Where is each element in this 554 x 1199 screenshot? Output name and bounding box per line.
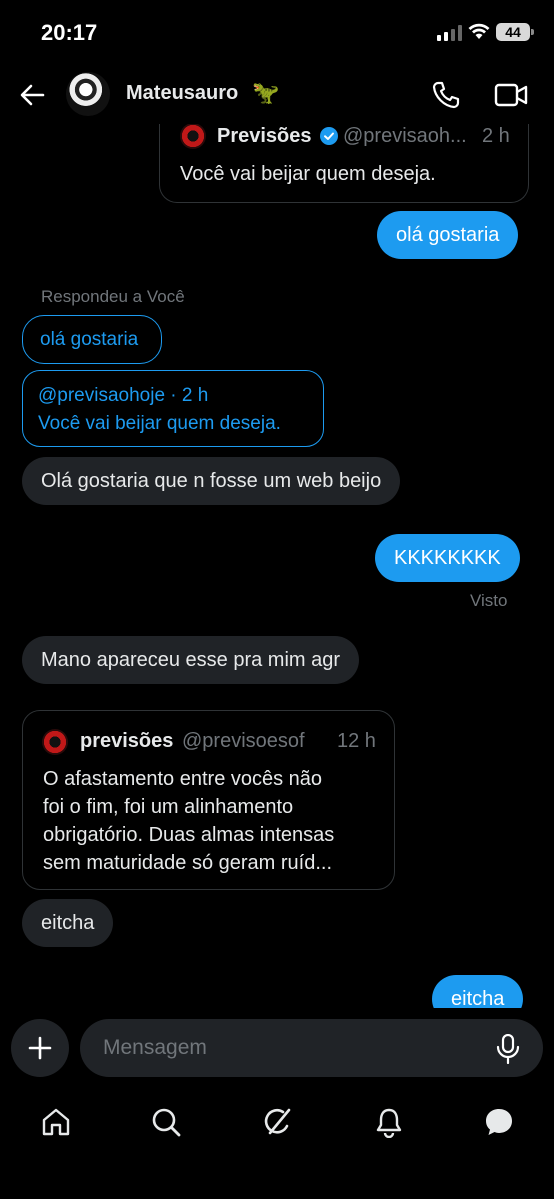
post-text: O afastamento entre vocês não foi o fim,… [43, 765, 334, 877]
replied-post-meta: @previsaohoje · 2 h [38, 385, 209, 406]
post-author-avatar [180, 124, 206, 149]
microphone-icon[interactable] [496, 1034, 520, 1064]
shared-post-card[interactable]: previsões @previsoesof 12 h O afastament… [22, 710, 395, 890]
reply-label: Respondeu a Você [41, 287, 185, 306]
seen-status: Visto [470, 591, 508, 610]
post-text: Você vai beijar quem deseja. [180, 163, 436, 185]
message-list[interactable]: Previsões @previsaoh... 2 h Você vai bei… [0, 124, 554, 1008]
back-arrow-icon[interactable] [18, 81, 46, 109]
contact-name[interactable]: Mateusauro [126, 82, 238, 105]
post-author-name: Previsões [217, 125, 312, 147]
received-message[interactable]: eitcha [22, 899, 114, 947]
avatar[interactable] [66, 72, 110, 116]
video-call-icon[interactable] [494, 81, 528, 109]
battery-indicator: 44 [496, 23, 530, 41]
contact-emoji: 🦖 [252, 80, 280, 105]
post-time: 2 h [482, 125, 510, 147]
sent-message[interactable]: KKKKKKKK [375, 534, 520, 582]
add-attachment-button[interactable] [11, 1019, 69, 1077]
nav-search[interactable] [146, 1102, 186, 1142]
nav-messages[interactable] [479, 1102, 519, 1142]
replied-post-preview[interactable]: @previsaohoje · 2 h Você vai beijar quem… [22, 370, 324, 447]
sent-message[interactable]: eitcha [432, 975, 524, 1008]
wifi-icon [468, 23, 490, 39]
post-text-line: O afastamento entre vocês não [43, 768, 323, 790]
conversation-header: Mateusauro 🦖 [0, 64, 554, 124]
post-text-line: foi o fim, foi um alinhamento [43, 796, 294, 818]
sent-message[interactable]: olá gostaria [377, 211, 519, 259]
compose-bar [0, 1008, 554, 1090]
nav-home[interactable] [36, 1102, 76, 1142]
received-message[interactable]: Olá gostaria que n fosse um web beijo [22, 457, 401, 505]
replied-message-preview[interactable]: olá gostaria [22, 315, 162, 364]
post-text-line: obrigatório. Duas almas intensas [43, 824, 335, 846]
nav-grok[interactable] [257, 1102, 297, 1142]
signal-icon [437, 25, 462, 41]
replied-post-text: Você vai beijar quem deseja. [38, 413, 281, 434]
verified-badge-icon [320, 127, 338, 145]
plus-icon [28, 1036, 52, 1060]
status-time: 20:17 [41, 20, 98, 45]
battery-nub [531, 29, 534, 35]
received-message[interactable]: Mano apareceu esse pra mim agr [22, 636, 360, 684]
status-bar: 20:17 44 [0, 0, 554, 64]
shared-post-card[interactable]: Previsões @previsaoh... 2 h Você vai bei… [159, 124, 529, 203]
post-author-handle: @previsoesof [182, 730, 305, 752]
nav-notifications[interactable] [369, 1102, 409, 1142]
post-author-avatar [42, 729, 68, 755]
grok-icon [264, 1108, 291, 1135]
phone-icon[interactable] [431, 80, 461, 110]
messages-icon [486, 1109, 512, 1135]
post-author-handle: @previsaoh... [343, 125, 467, 147]
post-author-name: previsões [80, 730, 174, 752]
notifications-icon [376, 1108, 402, 1139]
message-input[interactable] [80, 1019, 543, 1077]
search-icon [152, 1108, 181, 1137]
bottom-navigation [0, 1090, 554, 1199]
post-time: 12 h [337, 730, 376, 752]
post-text-line: sem maturidade só geram ruíd... [43, 852, 333, 874]
home-icon [42, 1108, 70, 1136]
